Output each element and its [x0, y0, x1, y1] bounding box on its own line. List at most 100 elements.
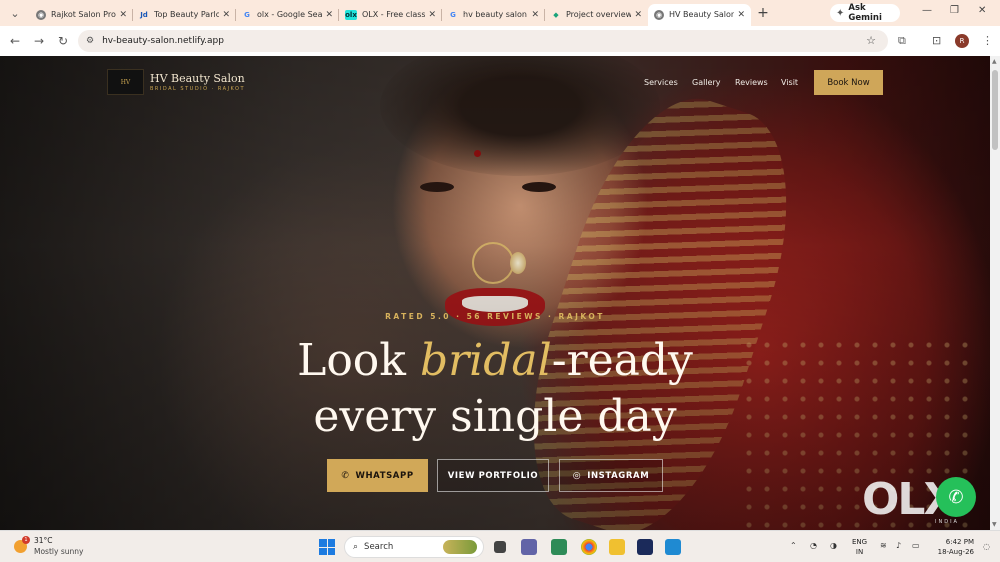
clock-time: 6:42 PM — [945, 538, 974, 546]
nav-gallery[interactable]: Gallery — [692, 78, 721, 87]
nav-visit[interactable]: Visit — [781, 78, 798, 87]
browser-toolbar: ← → ↻ ⚙ hv-beauty-salon.netlify.app ☆ — [0, 26, 1000, 56]
windows-start-icon[interactable] — [319, 539, 335, 555]
tab-top-beauty-parlour[interactable]: Jd Top Beauty Parlo ✕ — [133, 4, 236, 26]
scrollbar-thumb[interactable] — [992, 70, 998, 150]
globe-icon: ◉ — [654, 9, 664, 20]
hero-rating-kicker: RATED 5.0 · 56 REVIEWS · RAJKOT — [385, 312, 605, 321]
taskbar-search-label: Search — [364, 542, 394, 552]
tab-hv-google-search[interactable]: G hv beauty salon ✕ — [442, 4, 545, 26]
search-icon: ⌕ — [353, 542, 359, 552]
weather-condition[interactable]: Mostly sunny — [34, 547, 83, 556]
page-viewport: HV HV Beauty Salon BRIDAL STUDIO · RAJKO… — [0, 56, 990, 530]
tab-search-icon[interactable]: ⌄ — [0, 0, 30, 26]
google-icon: G — [244, 10, 250, 19]
address-bar[interactable]: ⚙ hv-beauty-salon.netlify.app ☆ — [78, 30, 888, 52]
menu-dots-icon[interactable]: ⋮ — [982, 34, 993, 47]
close-window-icon[interactable]: ✕ — [978, 5, 986, 16]
whatsapp-label: WHATSAPP — [355, 470, 414, 481]
url-text: hv-beauty-salon.netlify.app — [102, 36, 224, 46]
brand-name[interactable]: HV Beauty Salon — [150, 72, 245, 85]
taskbar-search[interactable]: ⌕ Search — [344, 536, 484, 558]
system-clock[interactable]: 6:42 PM 18-Aug-26 — [932, 537, 974, 557]
tray-overflow-icon[interactable]: ⌃ — [790, 541, 797, 550]
forward-arrow-icon[interactable]: → — [27, 34, 51, 48]
whatsapp-float-icon[interactable]: ✆ — [936, 477, 976, 517]
whatsapp-button[interactable]: ✆ WHATSAPP — [327, 459, 428, 492]
brand-tagline: BRIDAL STUDIO · RAJKOT — [150, 86, 246, 92]
weather-temp[interactable]: 31°C — [34, 536, 53, 545]
tab-label: olx - Google Sea — [257, 10, 323, 19]
sparkle-icon: ✦ — [836, 7, 845, 19]
book-now-button[interactable]: Book Now — [814, 70, 883, 95]
restore-icon[interactable]: ❐ — [950, 5, 959, 16]
extensions-icon[interactable]: ⧉ — [898, 34, 906, 48]
close-icon[interactable]: ✕ — [737, 10, 745, 20]
clock-date: 18-Aug-26 — [937, 548, 974, 556]
profile-avatar[interactable]: R — [955, 34, 969, 48]
tab-label: Top Beauty Parlo — [154, 10, 220, 19]
new-tab-button[interactable]: + — [751, 5, 775, 21]
volume-icon[interactable]: ♪ — [896, 541, 901, 550]
headline-highlight: bridal — [419, 335, 552, 386]
view-portfolio-button[interactable]: VIEW PORTFOLIO — [437, 459, 549, 492]
tab-hv-beauty-salon[interactable]: ◉ HV Beauty Salon ✕ — [648, 3, 751, 26]
tab-olx-classifieds[interactable]: olx OLX - Free classi ✕ — [339, 4, 442, 26]
nav-reviews[interactable]: Reviews — [735, 78, 768, 87]
hero-headline-line1: Look bridal-ready — [0, 333, 990, 389]
scroll-up-icon[interactable]: ▲ — [992, 58, 997, 65]
globe-icon: ◉ — [36, 9, 46, 20]
tab-label: OLX - Free classi — [362, 10, 426, 19]
diamond-icon: ◆ — [553, 10, 559, 19]
ask-gemini-label: Ask Gemini — [848, 3, 882, 23]
headline-post: -ready — [551, 335, 693, 386]
tab-project-overview[interactable]: ◆ Project overview ✕ — [545, 4, 648, 26]
headline-pre: Look — [297, 335, 420, 386]
chrome-icon[interactable] — [581, 539, 597, 555]
close-icon[interactable]: ✕ — [222, 10, 230, 20]
instagram-label: INSTAGRAM — [587, 470, 650, 481]
tab-label: HV Beauty Salon — [669, 10, 735, 19]
tray-app-icon-2[interactable]: ◑ — [830, 541, 837, 550]
battery-icon[interactable]: ▭ — [912, 541, 920, 550]
bookmark-star-icon[interactable]: ☆ — [866, 34, 876, 47]
notification-bell-icon[interactable]: ◌ — [983, 542, 990, 551]
ask-gemini-button[interactable]: ✦ Ask Gemini — [830, 3, 900, 23]
file-explorer-icon[interactable] — [609, 539, 625, 555]
scroll-down-icon[interactable]: ▼ — [992, 521, 997, 528]
page-scrollbar[interactable]: ▲ ▼ — [990, 56, 1000, 530]
language-indicator[interactable]: ENG IN — [852, 537, 867, 557]
site-header: HV HV Beauty Salon BRIDAL STUDIO · RAJKO… — [0, 56, 990, 112]
browser-tab-strip: ⌄ ◉ Rajkot Salon Pro ✕ Jd Top Beauty Par… — [0, 0, 1000, 26]
wifi-icon[interactable]: ≋ — [880, 541, 887, 550]
close-icon[interactable]: ✕ — [531, 10, 539, 20]
instagram-button[interactable]: ◎ INSTAGRAM — [559, 459, 663, 492]
tab-rajkot-salon[interactable]: ◉ Rajkot Salon Pro ✕ — [30, 4, 133, 26]
task-view-icon[interactable] — [494, 541, 506, 553]
olx-watermark-sub: INDIA — [935, 519, 959, 525]
tab-label: Rajkot Salon Pro — [51, 10, 116, 19]
vscode-icon[interactable] — [665, 539, 681, 555]
close-icon[interactable]: ✕ — [428, 10, 436, 20]
photos-icon[interactable] — [551, 539, 567, 555]
reload-icon[interactable]: ↻ — [51, 34, 75, 48]
logo-monogram: HV — [120, 78, 131, 86]
weather-badge: 1 — [22, 536, 30, 544]
lang-line1: ENG — [852, 538, 868, 546]
tray-app-icon[interactable]: ◔ — [810, 541, 817, 550]
tab-olx-google-search[interactable]: G olx - Google Sea ✕ — [236, 4, 339, 26]
justdial-icon: Jd — [140, 10, 148, 19]
view-portfolio-label: VIEW PORTFOLIO — [447, 470, 539, 481]
lang-line2: IN — [855, 548, 864, 556]
brand-logo[interactable]: HV — [107, 69, 144, 95]
close-icon[interactable]: ✕ — [634, 10, 642, 20]
store-icon[interactable] — [637, 539, 653, 555]
close-icon[interactable]: ✕ — [325, 10, 333, 20]
back-arrow-icon[interactable]: ← — [3, 34, 27, 48]
close-icon[interactable]: ✕ — [119, 10, 127, 20]
site-info-icon[interactable]: ⚙ — [86, 36, 94, 46]
nav-services[interactable]: Services — [644, 78, 678, 87]
teams-icon[interactable] — [521, 539, 537, 555]
media-icon[interactable]: ⊡ — [932, 34, 941, 47]
minimize-icon[interactable]: — — [922, 5, 932, 16]
